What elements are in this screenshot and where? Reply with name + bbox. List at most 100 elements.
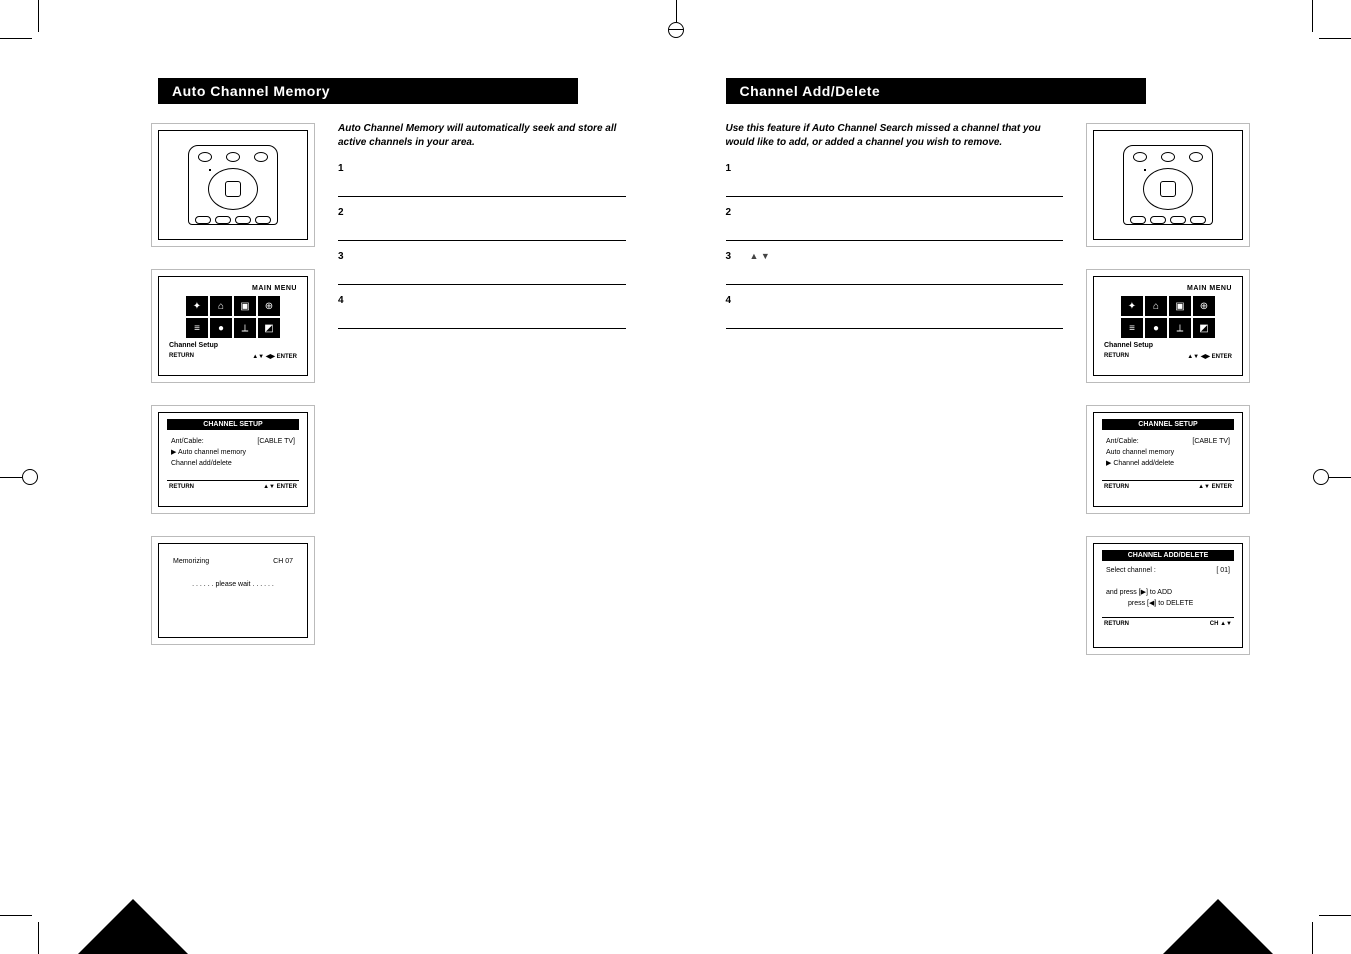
menu-icon: ▣ [234, 296, 256, 316]
step-number: 4 [726, 295, 740, 306]
step-number: 1 [338, 163, 352, 174]
crop-mark [1319, 915, 1351, 916]
menu-icon: ◩ [258, 318, 280, 338]
menu-enter-label: ▲▼ ◀▶ ENTER [1187, 353, 1232, 360]
page-right: Channel Add/Delete MAIN MENU ✦ ⌂ ▣ [676, 38, 1314, 916]
press-delete-text: press [◀] to DELETE [1106, 599, 1230, 610]
memorizing-label: Memorizing [173, 558, 209, 565]
step-1: 1 [338, 153, 626, 197]
menu-icon: ⌂ [1145, 296, 1167, 316]
add-delete-header: CHANNEL ADD/DELETE [1102, 550, 1234, 561]
main-menu-title: MAIN MENU [1104, 285, 1232, 292]
channel-setup-illustration: CHANNEL SETUP Ant/Cable: [CABLE TV] ▶ Aut… [158, 412, 308, 507]
crop-mark [38, 922, 39, 954]
menu-icon: ≡ [1121, 318, 1143, 338]
menu-icon: ⊕ [1193, 296, 1215, 316]
menu-icon: ● [1145, 318, 1167, 338]
setup-row-label: ▶ Channel add/delete [1106, 458, 1174, 469]
select-channel-value: [ 01] [1216, 567, 1230, 574]
add-delete-ch-label: CH ▲▼ [1210, 621, 1232, 627]
page-spread: Auto Channel Memory MAIN MENU ✦ ⌂ [38, 38, 1313, 916]
menu-return-label: RETURN [1104, 353, 1129, 360]
main-menu-title: MAIN MENU [169, 285, 297, 292]
step-number: 3 [726, 251, 740, 262]
setup-return-label: RETURN [169, 484, 194, 490]
step-2: 2 [338, 197, 626, 241]
menu-icon: ⟂ [234, 318, 256, 338]
setup-row-label: Ant/Cable: [171, 436, 204, 447]
menu-icon: ⟂ [1169, 318, 1191, 338]
crop-mark [1319, 38, 1351, 39]
crop-mark [38, 0, 39, 32]
registration-mark-left [0, 465, 36, 489]
page-corner-triangle-right [1163, 899, 1273, 954]
setup-enter-label: ▲▼ ENTER [1198, 484, 1232, 490]
remote-illustration [1093, 130, 1243, 240]
menu-icon: ● [210, 318, 232, 338]
step-number: 4 [338, 295, 352, 306]
step-3: 3 [338, 241, 626, 285]
setup-row-label: Auto channel memory [1106, 447, 1174, 458]
menu-subtitle: Channel Setup [1104, 342, 1232, 349]
crop-mark [0, 38, 32, 39]
crop-mark [1312, 0, 1313, 32]
crop-mark [0, 915, 32, 916]
memorizing-illustration: Memorizing CH 07 . . . . . . please wait… [158, 543, 308, 638]
content-right: MAIN MENU ✦ ⌂ ▣ ⊕ ≡ ● ⟂ ◩ Channel Setup … [726, 122, 1244, 656]
heading-text: Channel Add/Delete [740, 83, 881, 99]
step-4: 4 [726, 285, 1064, 329]
page-left: Auto Channel Memory MAIN MENU ✦ ⌂ [38, 38, 676, 916]
intro-text: Use this feature if Auto Channel Search … [726, 122, 1064, 149]
step-3: 3 ▲ ▼ [726, 241, 1064, 285]
menu-icon: ✦ [1121, 296, 1143, 316]
step-1: 1 [726, 153, 1064, 197]
illustration-column-left: MAIN MENU ✦ ⌂ ▣ ⊕ ≡ ● ⟂ ◩ Channel Setup … [158, 122, 308, 646]
setup-row-label: Ant/Cable: [1106, 436, 1139, 447]
menu-icon: ▣ [1169, 296, 1191, 316]
heading-auto-channel-memory: Auto Channel Memory [158, 78, 578, 104]
please-wait-text: . . . . . . please wait . . . . . . [173, 581, 293, 588]
main-menu-illustration: MAIN MENU ✦ ⌂ ▣ ⊕ ≡ ● ⟂ ◩ Channel Setup … [158, 276, 308, 376]
heading-text: Auto Channel Memory [172, 83, 330, 99]
step-text: ▲ ▼ [750, 251, 770, 262]
channel-add-delete-illustration: CHANNEL ADD/DELETE Select channel : [ 01… [1093, 543, 1243, 648]
heading-channel-add-delete: Channel Add/Delete [726, 78, 1146, 104]
setup-row-value: [CABLE TV] [1192, 436, 1230, 447]
setup-return-label: RETURN [1104, 484, 1129, 490]
step-2: 2 [726, 197, 1064, 241]
main-menu-illustration: MAIN MENU ✦ ⌂ ▣ ⊕ ≡ ● ⟂ ◩ Channel Setup … [1093, 276, 1243, 376]
channel-setup-header: CHANNEL SETUP [167, 419, 299, 430]
text-column-right: Use this feature if Auto Channel Search … [726, 122, 1064, 656]
menu-icon: ✦ [186, 296, 208, 316]
setup-row-label: Channel add/delete [171, 458, 232, 469]
select-channel-label: Select channel : [1106, 567, 1156, 574]
menu-icon: ◩ [1193, 318, 1215, 338]
add-delete-return-label: RETURN [1104, 621, 1129, 627]
menu-icon-grid: ✦ ⌂ ▣ ⊕ ≡ ● ⟂ ◩ [1104, 296, 1232, 338]
step-4: 4 [338, 285, 626, 329]
registration-mark-right [1315, 465, 1351, 489]
crop-mark [1312, 922, 1313, 954]
menu-enter-label: ▲▼ ◀▶ ENTER [252, 353, 297, 360]
page-corner-triangle-left [78, 899, 188, 954]
illustration-column-right: MAIN MENU ✦ ⌂ ▣ ⊕ ≡ ● ⟂ ◩ Channel Setup … [1093, 122, 1243, 656]
remote-illustration [158, 130, 308, 240]
memorizing-channel: CH 07 [273, 558, 293, 565]
menu-return-label: RETURN [169, 353, 194, 360]
intro-text: Auto Channel Memory will automatically s… [338, 122, 626, 149]
step-number: 2 [338, 207, 352, 218]
menu-icon: ≡ [186, 318, 208, 338]
content-left: MAIN MENU ✦ ⌂ ▣ ⊕ ≡ ● ⟂ ◩ Channel Setup … [158, 122, 626, 646]
step-number: 2 [726, 207, 740, 218]
step-number: 1 [726, 163, 740, 174]
setup-row-label: ▶ Auto channel memory [171, 447, 246, 458]
menu-icon-grid: ✦ ⌂ ▣ ⊕ ≡ ● ⟂ ◩ [169, 296, 297, 338]
menu-icon: ⊕ [258, 296, 280, 316]
setup-row-value: [CABLE TV] [257, 436, 295, 447]
setup-enter-label: ▲▼ ENTER [263, 484, 297, 490]
menu-subtitle: Channel Setup [169, 342, 297, 349]
step-number: 3 [338, 251, 352, 262]
registration-mark-top [664, 0, 688, 36]
text-column-left: Auto Channel Memory will automatically s… [338, 122, 626, 646]
press-add-text: and press [▶] to ADD [1106, 588, 1230, 599]
